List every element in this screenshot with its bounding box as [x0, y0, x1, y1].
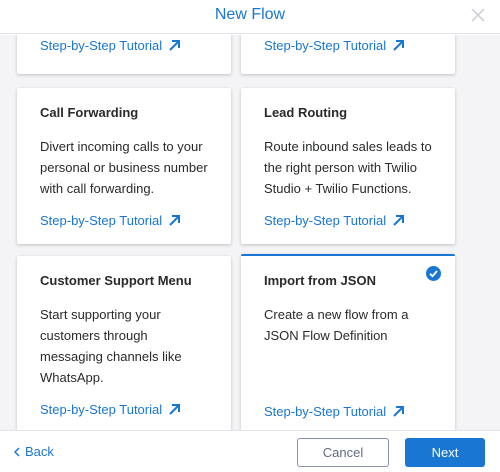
tutorial-link[interactable]: Step-by-Step Tutorial [40, 402, 181, 417]
card-title: Call Forwarding [40, 105, 139, 120]
template-card-lead-routing[interactable]: Lead Routing Route inbound sales leads t… [241, 88, 455, 244]
template-card-top-right[interactable]: Step-by-Step Tutorial [241, 35, 455, 74]
tutorial-link[interactable]: Step-by-Step Tutorial [264, 38, 405, 53]
template-list[interactable]: Step-by-Step Tutorial Step-by-Step Tutor… [0, 35, 500, 430]
card-description: Create a new flow from a JSON Flow Defin… [264, 307, 409, 343]
card-description: Start supporting your customers through … [40, 307, 182, 385]
tutorial-link[interactable]: Step-by-Step Tutorial [264, 404, 405, 419]
card-description: Divert incoming calls to your personal o… [40, 139, 208, 196]
external-arrow-icon [393, 40, 405, 51]
template-card-top-left[interactable]: Step-by-Step Tutorial [17, 35, 231, 74]
back-button[interactable]: Back [14, 444, 54, 459]
chevron-left-icon [14, 446, 20, 457]
external-arrow-icon [169, 404, 181, 415]
tutorial-link[interactable]: Step-by-Step Tutorial [40, 38, 181, 53]
card-title: Customer Support Menu [40, 273, 192, 288]
modal-header: New Flow [0, 0, 500, 34]
template-card-import-from-json[interactable]: Import from JSON Create a new flow from … [241, 254, 455, 430]
external-arrow-icon [169, 215, 181, 226]
tutorial-link[interactable]: Step-by-Step Tutorial [264, 213, 405, 228]
modal-footer: Back Cancel Next [0, 430, 500, 472]
card-title: Import from JSON [264, 273, 376, 288]
template-card-customer-support-menu[interactable]: Customer Support Menu Start supporting y… [17, 256, 231, 430]
tutorial-link[interactable]: Step-by-Step Tutorial [40, 213, 181, 228]
card-description: Route inbound sales leads to the right p… [264, 139, 432, 196]
external-arrow-icon [393, 406, 405, 417]
external-arrow-icon [169, 40, 181, 51]
check-circle-icon [426, 266, 441, 281]
close-icon[interactable] [470, 7, 486, 23]
cancel-button[interactable]: Cancel [297, 438, 389, 467]
next-button[interactable]: Next [405, 438, 485, 467]
template-card-call-forwarding[interactable]: Call Forwarding Divert incoming calls to… [17, 88, 231, 244]
modal-title: New Flow [214, 6, 286, 23]
card-title: Lead Routing [264, 105, 348, 120]
external-arrow-icon [393, 215, 405, 226]
